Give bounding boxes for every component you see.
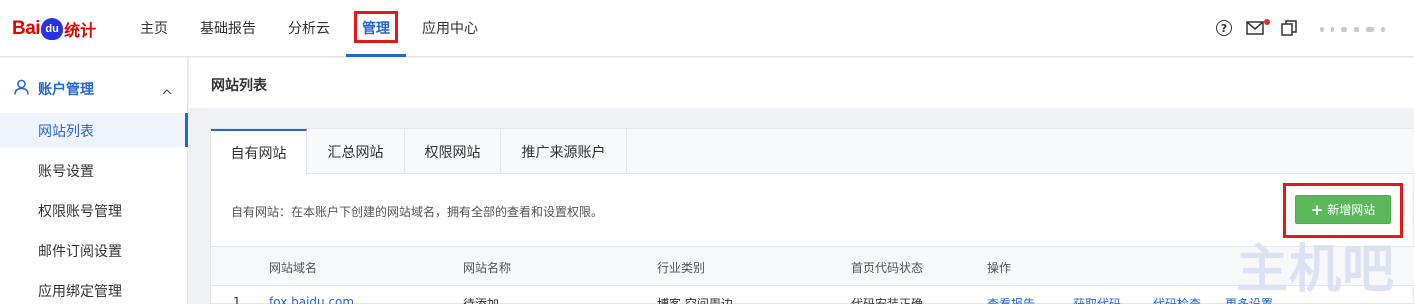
table-header: 网站域名 网站名称 行业类别 首页代码状态 操作 [211, 246, 1414, 286]
tab-promotion-accounts[interactable]: 推广来源账户 [501, 129, 627, 174]
row-index: 1 [233, 295, 241, 304]
watermark-text: 主机吧 [1236, 239, 1396, 300]
column-header-category: 行业类别 [657, 261, 706, 275]
nav-home[interactable]: 主页 [140, 18, 168, 38]
logo-tongji-text: 统计 [64, 21, 97, 40]
tab-own-sites[interactable]: 自有网站 [211, 129, 307, 175]
sidebar-item-site-list[interactable]: 网站列表 [38, 121, 94, 141]
code-status: 代码安装正确 [851, 297, 924, 304]
tab-summary-sites[interactable]: 汇总网站 [307, 129, 405, 174]
sidebar-item-permission-accounts[interactable]: 权限账号管理 [38, 201, 122, 221]
logo-bai-text: Bai [12, 18, 41, 39]
sidebar-item-app-binding[interactable]: 应用绑定管理 [38, 281, 122, 301]
sidebar-item-account-settings[interactable]: 账号设置 [38, 161, 94, 181]
sidebar-item-email-subscription[interactable]: 邮件订阅设置 [38, 241, 122, 261]
sidebar-section-label: 账户管理 [38, 82, 94, 98]
nav-basic-reports[interactable]: 基础报告 [200, 18, 256, 38]
site-category: 博客 空间周边 [657, 297, 733, 304]
nav-app-center[interactable]: 应用中心 [422, 18, 478, 38]
baidu-tongji-logo[interactable]: Bai du 统计 [12, 16, 96, 42]
table-row: 1 fox.baidu.com 待添加 博客 空间周边 代码安装正确 查看报告 … [211, 287, 1414, 304]
column-header-actions: 操作 [987, 261, 1012, 275]
page-title: 网站列表 [211, 78, 267, 94]
chevron-up-icon[interactable] [162, 84, 172, 99]
person-icon [14, 79, 29, 99]
highlight-box-manage [354, 11, 398, 43]
notification-dot [1264, 19, 1270, 25]
mail-icon[interactable] [1246, 19, 1264, 37]
tab-bar: 自有网站 汇总网站 权限网站 推广来源账户 [211, 129, 1414, 175]
action-check-code[interactable]: 代码检查 [1153, 295, 1201, 304]
column-header-site-name: 网站名称 [463, 261, 512, 275]
top-navbar: Bai du 统计 主页 基础报告 分析云 管理 应用中心 ? [0, 0, 1414, 57]
sidebar: 账户管理 网站列表 账号设置 权限账号管理 邮件订阅设置 应用绑定管理 [0, 58, 188, 304]
tab-permission-sites[interactable]: 权限网站 [405, 129, 501, 174]
sidebar-active-indicator [185, 113, 188, 147]
page-header: 网站列表 [189, 58, 1414, 108]
column-header-code-status: 首页代码状态 [851, 261, 924, 275]
own-sites-description: 自有网站：在本账户下创建的网站域名，拥有全部的查看和设置权限。 [231, 205, 604, 219]
user-name-blurred[interactable] [1320, 25, 1400, 33]
nav-active-underline [346, 54, 406, 57]
action-view-report[interactable]: 查看报告 [987, 295, 1035, 304]
help-icon[interactable]: ? [1216, 20, 1232, 36]
logo-paw-icon: du [41, 18, 64, 40]
sidebar-section-account[interactable]: 账户管理 [14, 79, 94, 99]
site-list-card: 自有网站 汇总网站 权限网站 推广来源账户 自有网站：在本账户下创建的网站域名，… [210, 128, 1414, 304]
column-header-domain: 网站域名 [269, 261, 318, 275]
action-get-code[interactable]: 获取代码 [1073, 295, 1121, 304]
site-name: 待添加 [463, 297, 500, 304]
sidebar-active-background [0, 113, 188, 147]
switch-account-icon[interactable] [1280, 19, 1298, 37]
nav-analytics-cloud[interactable]: 分析云 [288, 18, 330, 38]
site-domain-link[interactable]: fox.baidu.com [269, 295, 354, 304]
